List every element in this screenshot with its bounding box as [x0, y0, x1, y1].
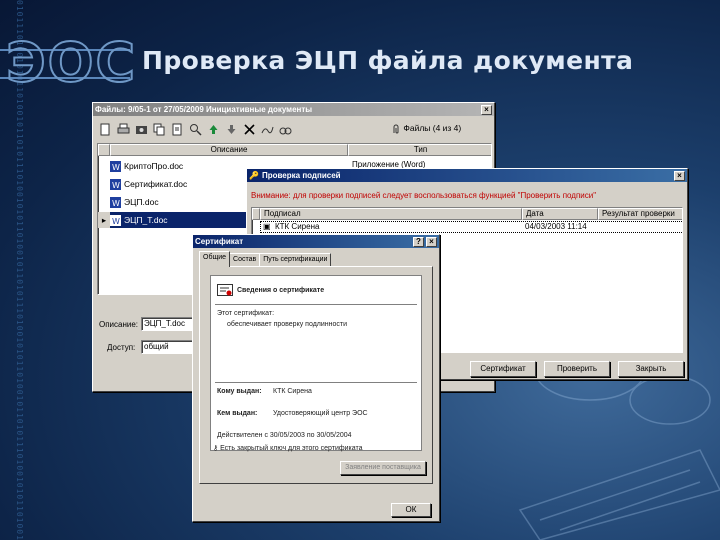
private-key-row: ⚷ Есть закрытый ключ для этого сертифика… — [213, 444, 363, 452]
private-key-note: Есть закрытый ключ для этого сертификата — [220, 445, 363, 452]
new-file-icon[interactable] — [99, 123, 112, 136]
certificate-icon: ▣ — [263, 222, 271, 231]
word-document-icon: W — [110, 178, 121, 190]
certificate-info-title: Сведения о сертификате — [237, 287, 325, 294]
certificate-window: Сертификат ? × Общие Состав Путь сертифи… — [192, 234, 440, 522]
sign-icon[interactable] — [261, 123, 274, 136]
close-icon[interactable]: × — [481, 104, 492, 115]
verify-button[interactable]: Проверить — [544, 361, 610, 377]
certificate-window-titlebar: Сертификат ? × — [193, 235, 439, 248]
word-document-icon: W — [110, 196, 121, 208]
files-window-title: Файлы: 9/05-1 от 27/05/2009 Инициативные… — [95, 105, 313, 114]
purpose-heading: Этот сертификат: — [217, 310, 275, 317]
access-label: Доступ: — [107, 343, 136, 352]
certificate-button[interactable]: Сертификат — [470, 361, 536, 377]
purpose-text: обеспечивает проверку подлинности — [227, 321, 348, 328]
slide-title: Проверка ЭЦП файла документа — [142, 46, 634, 75]
issued-by-row: Кем выдан: Удостоверяющий центр ЭОС — [217, 410, 368, 417]
scan-icon[interactable] — [135, 123, 148, 136]
row-pointer-icon: ▸ — [98, 212, 110, 228]
row-marker-header — [98, 144, 110, 156]
certificate-window-title: Сертификат — [195, 237, 244, 246]
print-icon[interactable] — [117, 123, 130, 136]
word-document-icon: W — [110, 214, 121, 226]
issued-to-value: КТК Сирена — [273, 388, 312, 395]
certificate-tabs: Общие Состав Путь сертификации — [199, 251, 332, 267]
signature-warning: Внимание: для проверки подписей следует … — [251, 191, 597, 200]
file-name: ЭЦП_Т.doc — [124, 215, 168, 225]
verify-signature-icon[interactable] — [279, 123, 292, 136]
signature-date: 04/03/2003 11:14 — [525, 222, 587, 231]
svg-text:W: W — [112, 163, 120, 172]
files-window-titlebar: Файлы: 9/05-1 от 27/05/2009 Инициативные… — [93, 103, 494, 116]
key-icon: 🔑 — [249, 171, 259, 180]
issued-to-label: Кому выдан: — [217, 388, 262, 395]
files-count-button[interactable]: Файлы (4 из 4) — [391, 123, 461, 134]
copy-icon[interactable] — [153, 123, 166, 136]
paperclip-icon — [393, 124, 399, 134]
column-header-date[interactable]: Дата — [522, 208, 598, 220]
close-icon[interactable]: × — [674, 170, 685, 181]
svg-text:W: W — [112, 181, 120, 190]
arrow-up-icon[interactable] — [207, 123, 220, 136]
close-icon[interactable]: × — [426, 236, 437, 247]
files-toolbar: Файлы (4 из 4) — [95, 119, 492, 139]
signature-row[interactable]: ▣ КТК Сирена 04/03/2003 11:14 — [260, 221, 682, 233]
column-header-result[interactable]: Результат проверки — [598, 208, 682, 220]
divider — [215, 382, 417, 383]
arrow-down-icon[interactable] — [225, 123, 238, 136]
description-label: Описание: — [99, 320, 139, 329]
certificate-icon — [217, 284, 233, 300]
column-header-type[interactable]: Тип — [348, 144, 491, 156]
file-name: Сертификат.doc — [124, 179, 188, 189]
divider — [215, 304, 417, 305]
file-name: ЭЦП.doc — [124, 197, 159, 207]
column-header-signer[interactable]: Подписал — [260, 208, 522, 220]
svg-text:W: W — [112, 217, 120, 226]
ok-button[interactable]: ОК — [391, 503, 431, 517]
signer-name: КТК Сирена — [275, 222, 320, 231]
open-icon[interactable] — [171, 123, 184, 136]
validity: Действителен с 30/05/2003 по 30/05/2004 — [217, 432, 352, 439]
issued-by-label: Кем выдан: — [217, 410, 258, 417]
signature-window-title: Проверка подписей — [261, 171, 341, 180]
tab-general[interactable]: Общие — [199, 251, 231, 267]
file-row[interactable]: W ЭЦП.doc — [98, 194, 248, 210]
search-icon[interactable] — [189, 123, 202, 136]
tab-certification-path[interactable]: Путь сертификации — [259, 253, 332, 267]
file-row[interactable]: W Сертификат.doc — [98, 176, 248, 192]
issued-by-value: Удостоверяющий центр ЭОС — [273, 410, 368, 417]
word-document-icon: W — [110, 160, 121, 172]
files-count-label: Файлы (4 из 4) — [403, 123, 462, 133]
eos-logo: ЭОС — [5, 31, 138, 94]
help-icon[interactable]: ? — [413, 236, 424, 247]
file-name: КриптоПро.doc — [124, 161, 184, 171]
general-tab-panel: Сведения о сертификате Этот сертификат: … — [199, 266, 433, 484]
file-row-selected[interactable]: ▸ W ЭЦП_Т.doc — [98, 212, 248, 228]
delete-icon[interactable] — [243, 123, 256, 136]
signature-window-titlebar: 🔑 Проверка подписей × — [247, 169, 687, 182]
row-marker-header — [252, 208, 260, 220]
close-button[interactable]: Закрыть — [618, 361, 684, 377]
svg-text:W: W — [112, 199, 120, 208]
tab-details[interactable]: Состав — [229, 253, 261, 267]
column-header-description[interactable]: Описание — [110, 144, 348, 156]
issuer-statement-button[interactable]: Заявление поставщика — [340, 461, 426, 475]
issued-to-row: Кому выдан: КТК Сирена — [217, 388, 312, 395]
file-row[interactable]: W КриптоПро.doc — [98, 158, 248, 174]
certificate-info-box: Сведения о сертификате Этот сертификат: … — [210, 275, 422, 452]
